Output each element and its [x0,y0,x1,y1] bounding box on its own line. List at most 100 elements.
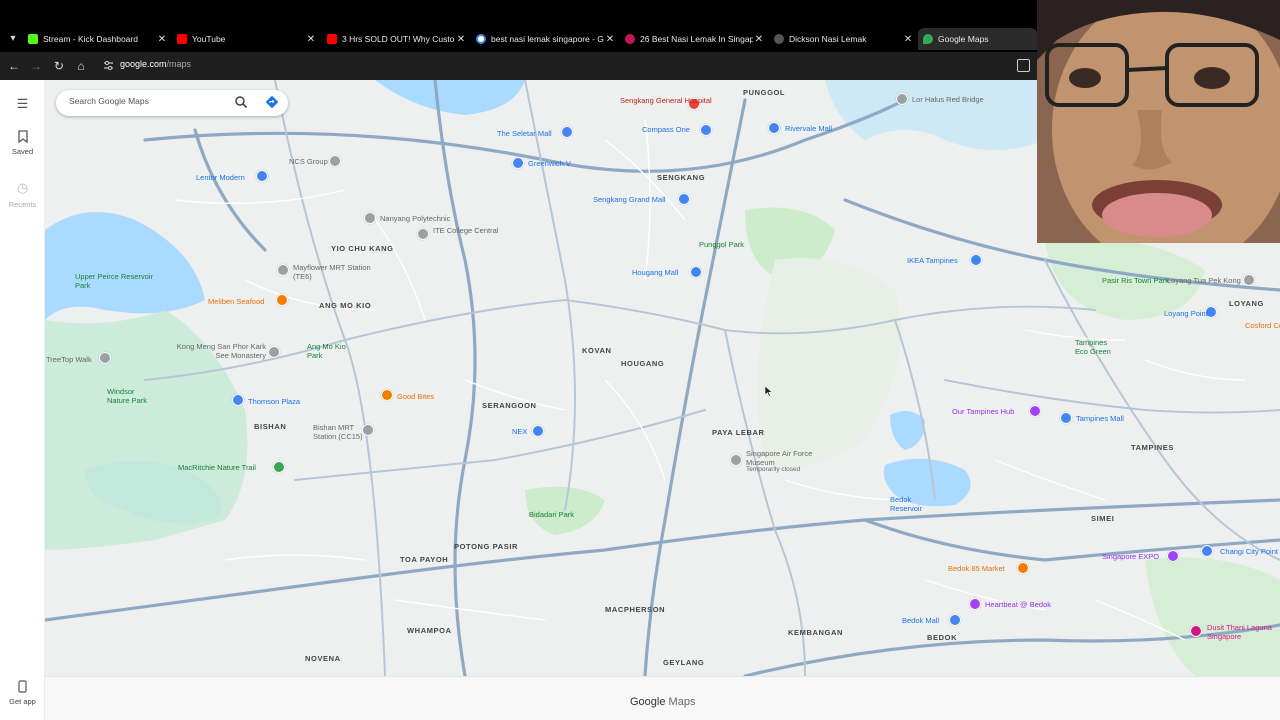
close-icon[interactable]: ✕ [305,34,317,45]
close-icon[interactable]: ✕ [902,34,914,45]
cast-icon[interactable] [1017,59,1030,72]
reload-icon[interactable]: ↻ [51,58,67,74]
hamburger-menu-icon: ☰ [16,96,29,111]
maps-icon [923,34,933,44]
maps-footer: Google Maps [45,676,1280,720]
place-label: NCS Group [289,157,328,166]
search-icon[interactable] [234,95,248,109]
mall-pin-icon[interactable] [561,126,573,138]
area-label: PUNGGOL [743,88,786,97]
close-icon[interactable]: ✕ [604,34,616,45]
place-label: Tampines Mall [1076,414,1124,423]
get-app-button[interactable]: Get app [0,680,45,706]
mall-pin-icon[interactable] [700,124,712,136]
site-icon [625,34,635,44]
restaurant-pin-icon[interactable] [381,389,393,401]
directions-icon[interactable] [265,95,279,109]
browser-tab[interactable]: YouTube ✕ [177,28,317,50]
brand-google: Google [630,696,666,708]
mall-pin-icon[interactable] [532,425,544,437]
search-input[interactable] [69,96,229,106]
sea-ne [825,80,1045,150]
market-pin-icon[interactable] [1017,562,1029,574]
community-pin-icon[interactable] [969,598,981,610]
temple-pin-icon[interactable] [1243,274,1255,286]
landmark-pin-icon[interactable] [896,93,908,105]
forward-icon[interactable]: → [28,58,44,74]
recents-button[interactable]: ◷ Recents [0,180,45,209]
restaurant-pin-icon[interactable] [276,294,288,306]
area-label: POTONG PASIR [454,542,519,551]
place-label: The Seletar Mall [497,129,552,138]
mall-pin-icon[interactable] [512,157,524,169]
mall-pin-icon[interactable] [1060,412,1072,424]
mall-pin-icon[interactable] [678,193,690,205]
menu-button[interactable]: ☰ [0,96,45,116]
school-pin-icon[interactable] [417,228,429,240]
recents-label: Recents [8,200,37,209]
browser-tab[interactable]: Stream - Kick Dashboard ✕ [28,28,168,50]
tab-title: Google Maps [938,34,989,44]
community-pin-icon[interactable] [1029,405,1041,417]
mall-pin-icon[interactable] [690,266,702,278]
museum-pin-icon[interactable] [730,454,742,466]
place-label: Bedok Mall [902,616,940,625]
building-pin-icon[interactable] [329,155,341,167]
saved-button[interactable]: Saved [0,130,45,156]
paya-lebar-airbase [757,258,901,467]
streamer-face-image [1037,0,1280,243]
area-label: TAMPINES [1131,443,1174,452]
area-label: SENGKANG [657,173,706,182]
expo-pin-icon[interactable] [1167,550,1179,562]
store-pin-icon[interactable] [970,254,982,266]
youtube-icon [327,34,337,44]
browser-tab-active[interactable]: Google Maps [918,28,1037,50]
site-info-icon[interactable] [103,60,114,71]
mall-pin-icon[interactable] [256,170,268,182]
mall-pin-icon[interactable] [768,122,780,134]
browser-tab[interactable]: 26 Best Nasi Lemak In Singapo ✕ [625,28,765,50]
tampines-pond [890,411,925,450]
place-label: Nanyang Polytechnic [380,214,451,223]
tab-title: Stream - Kick Dashboard [43,34,138,44]
address-bar[interactable]: google.com/maps [120,59,191,69]
phone-icon [18,680,27,693]
browser-tab[interactable]: best nasi lemak singapore - Go ✕ [476,28,616,50]
trail-pin-icon[interactable] [273,461,285,473]
cursor-icon [765,386,773,397]
mrt-pin-icon[interactable] [362,424,374,436]
browser-tab[interactable]: Dickson Nasi Lemak ✕ [774,28,914,50]
place-label: NEX [512,427,528,436]
school-pin-icon[interactable] [364,212,376,224]
close-icon[interactable]: ✕ [455,34,467,45]
google-maps-brand: Google Maps [630,696,695,708]
place-label: Good Bites [397,392,435,401]
mall-pin-icon[interactable] [949,614,961,626]
area-label: MACPHERSON [605,605,666,614]
mall-pin-icon[interactable] [1201,545,1213,557]
youtube-icon [177,34,187,44]
hotel-pin-icon[interactable] [1190,625,1202,637]
back-icon[interactable]: ← [6,58,22,74]
place-label: Lentor Modern [196,173,245,182]
place-label: Rivervale Mall [785,124,833,133]
close-icon[interactable]: ✕ [156,34,168,45]
monastery-pin-icon[interactable] [268,346,280,358]
place-label: Hougang Mall [632,268,679,277]
browser-tab[interactable]: 3 Hrs SOLD OUT! Why Custome ✕ [327,28,467,50]
place-label: Singapore Air Force Museum [746,449,813,467]
area-label: BEDOK [927,633,958,642]
place-label: Thomson Plaza [248,397,301,406]
close-icon[interactable]: ✕ [753,34,765,45]
place-label: Singapore EXPO [1102,552,1160,561]
place-label: IKEA Tampines [907,256,958,265]
mall-pin-icon[interactable] [232,394,244,406]
east-coast-green [1145,557,1280,676]
search-box [56,90,288,116]
tab-search-chevron-icon[interactable]: ▾ [6,32,20,46]
park-pin-icon[interactable] [99,352,111,364]
area-label: KOVAN [582,346,612,355]
place-label: Tampines Eco Green [1075,338,1111,356]
home-icon[interactable]: ⌂ [73,58,89,74]
mrt-pin-icon[interactable] [277,264,289,276]
